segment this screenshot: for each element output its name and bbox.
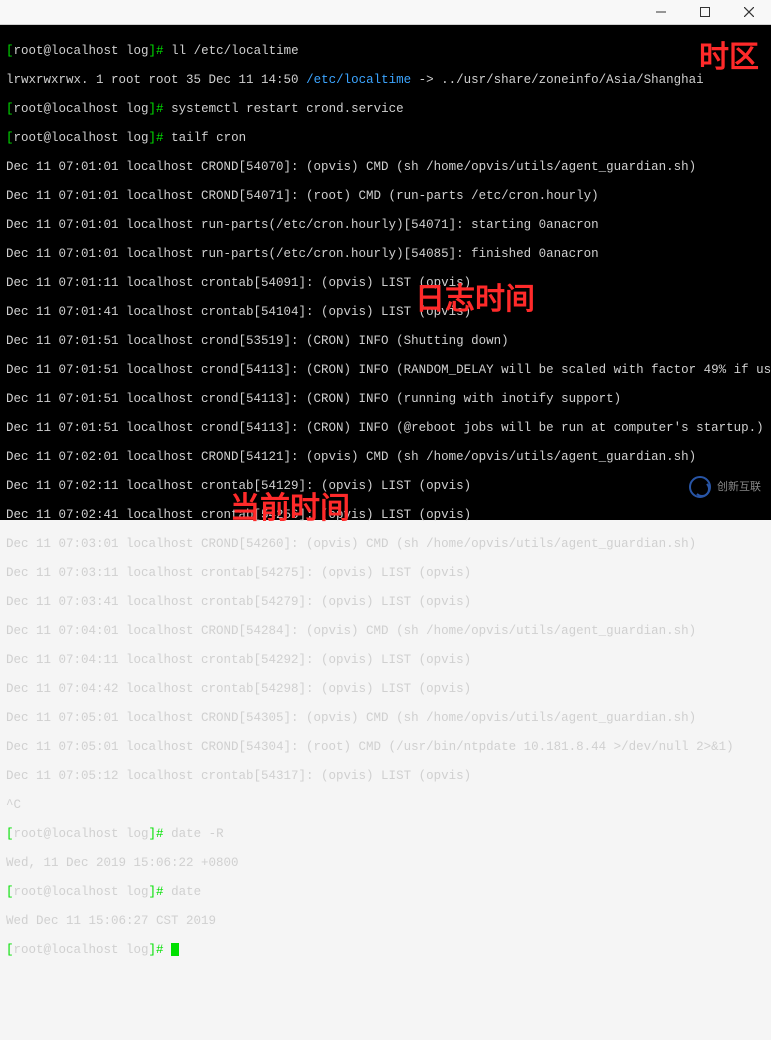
terminal-area[interactable]: [root@localhost log]# ll /etc/localtime … — [0, 25, 771, 520]
prompt-bracket: [ — [6, 44, 14, 58]
command-text: systemctl restart crond.service — [171, 102, 404, 116]
terminal-line: lrwxrwxrwx. 1 root root 35 Dec 11 14:50 … — [6, 73, 765, 88]
log-line: Dec 11 07:01:01 localhost CROND[54071]: … — [6, 189, 765, 204]
terminal-line: [root@localhost log]# date -R — [6, 827, 765, 842]
terminal-line: [root@localhost log]# date — [6, 885, 765, 900]
terminal-line: [root@localhost log]# ll /etc/localtime — [6, 44, 765, 59]
command-text: ll /etc/localtime — [171, 44, 299, 58]
terminal-line: ^C — [6, 798, 765, 813]
log-line: Dec 11 07:01:51 localhost crond[53519]: … — [6, 334, 765, 349]
minimize-button[interactable] — [639, 0, 683, 25]
log-line: Dec 11 07:05:01 localhost CROND[54304]: … — [6, 740, 765, 755]
minimize-icon — [656, 7, 666, 17]
terminal-line: Wed, 11 Dec 2019 15:06:22 +0800 — [6, 856, 765, 871]
log-line: Dec 11 07:04:11 localhost crontab[54292]… — [6, 653, 765, 668]
log-line: Dec 11 07:01:51 localhost crond[54113]: … — [6, 392, 765, 407]
log-line: Dec 11 07:01:01 localhost run-parts(/etc… — [6, 218, 765, 233]
terminal-line: [root@localhost log]# — [6, 943, 765, 958]
log-line: Dec 11 07:03:41 localhost crontab[54279]… — [6, 595, 765, 610]
close-icon — [744, 7, 754, 17]
maximize-icon — [700, 7, 710, 17]
command-text: tailf cron — [171, 131, 246, 145]
log-line: Dec 11 07:02:11 localhost crontab[54129]… — [6, 479, 765, 494]
log-line: Dec 11 07:02:01 localhost CROND[54121]: … — [6, 450, 765, 465]
prompt-close: ]# — [149, 44, 164, 58]
prompt-text: root@localhost log — [14, 44, 149, 58]
log-line: Dec 11 07:01:51 localhost crond[54113]: … — [6, 421, 765, 436]
log-line: Dec 11 07:01:01 localhost run-parts(/etc… — [6, 247, 765, 262]
path-text: /etc/localtime — [306, 73, 411, 87]
cursor-block — [171, 943, 179, 956]
log-line: Dec 11 07:01:01 localhost CROND[54070]: … — [6, 160, 765, 175]
window-titlebar — [0, 0, 771, 25]
terminal-line: [root@localhost log]# tailf cron — [6, 131, 765, 146]
log-line: Dec 11 07:01:41 localhost crontab[54104]… — [6, 305, 765, 320]
maximize-button[interactable] — [683, 0, 727, 25]
log-line: Dec 11 07:05:12 localhost crontab[54317]… — [6, 769, 765, 784]
log-line: Dec 11 07:04:42 localhost crontab[54298]… — [6, 682, 765, 697]
output-text: lrwxrwxrwx. 1 root root 35 Dec 11 14:50 — [6, 73, 306, 87]
log-line: Dec 11 07:01:51 localhost crond[54113]: … — [6, 363, 765, 378]
command-text: date — [171, 885, 201, 899]
log-line: Dec 11 07:03:01 localhost CROND[54260]: … — [6, 537, 765, 552]
command-text: date -R — [171, 827, 224, 841]
log-line: Dec 11 07:03:11 localhost crontab[54275]… — [6, 566, 765, 581]
log-line: Dec 11 07:01:11 localhost crontab[54091]… — [6, 276, 765, 291]
log-line: Dec 11 07:05:01 localhost CROND[54305]: … — [6, 711, 765, 726]
terminal-line: [root@localhost log]# systemctl restart … — [6, 102, 765, 117]
output-text: -> ../usr/share/zoneinfo/Asia/Shanghai — [411, 73, 704, 87]
terminal-line: Wed Dec 11 15:06:27 CST 2019 — [6, 914, 765, 929]
log-line: Dec 11 07:04:01 localhost CROND[54284]: … — [6, 624, 765, 639]
close-button[interactable] — [727, 0, 771, 25]
